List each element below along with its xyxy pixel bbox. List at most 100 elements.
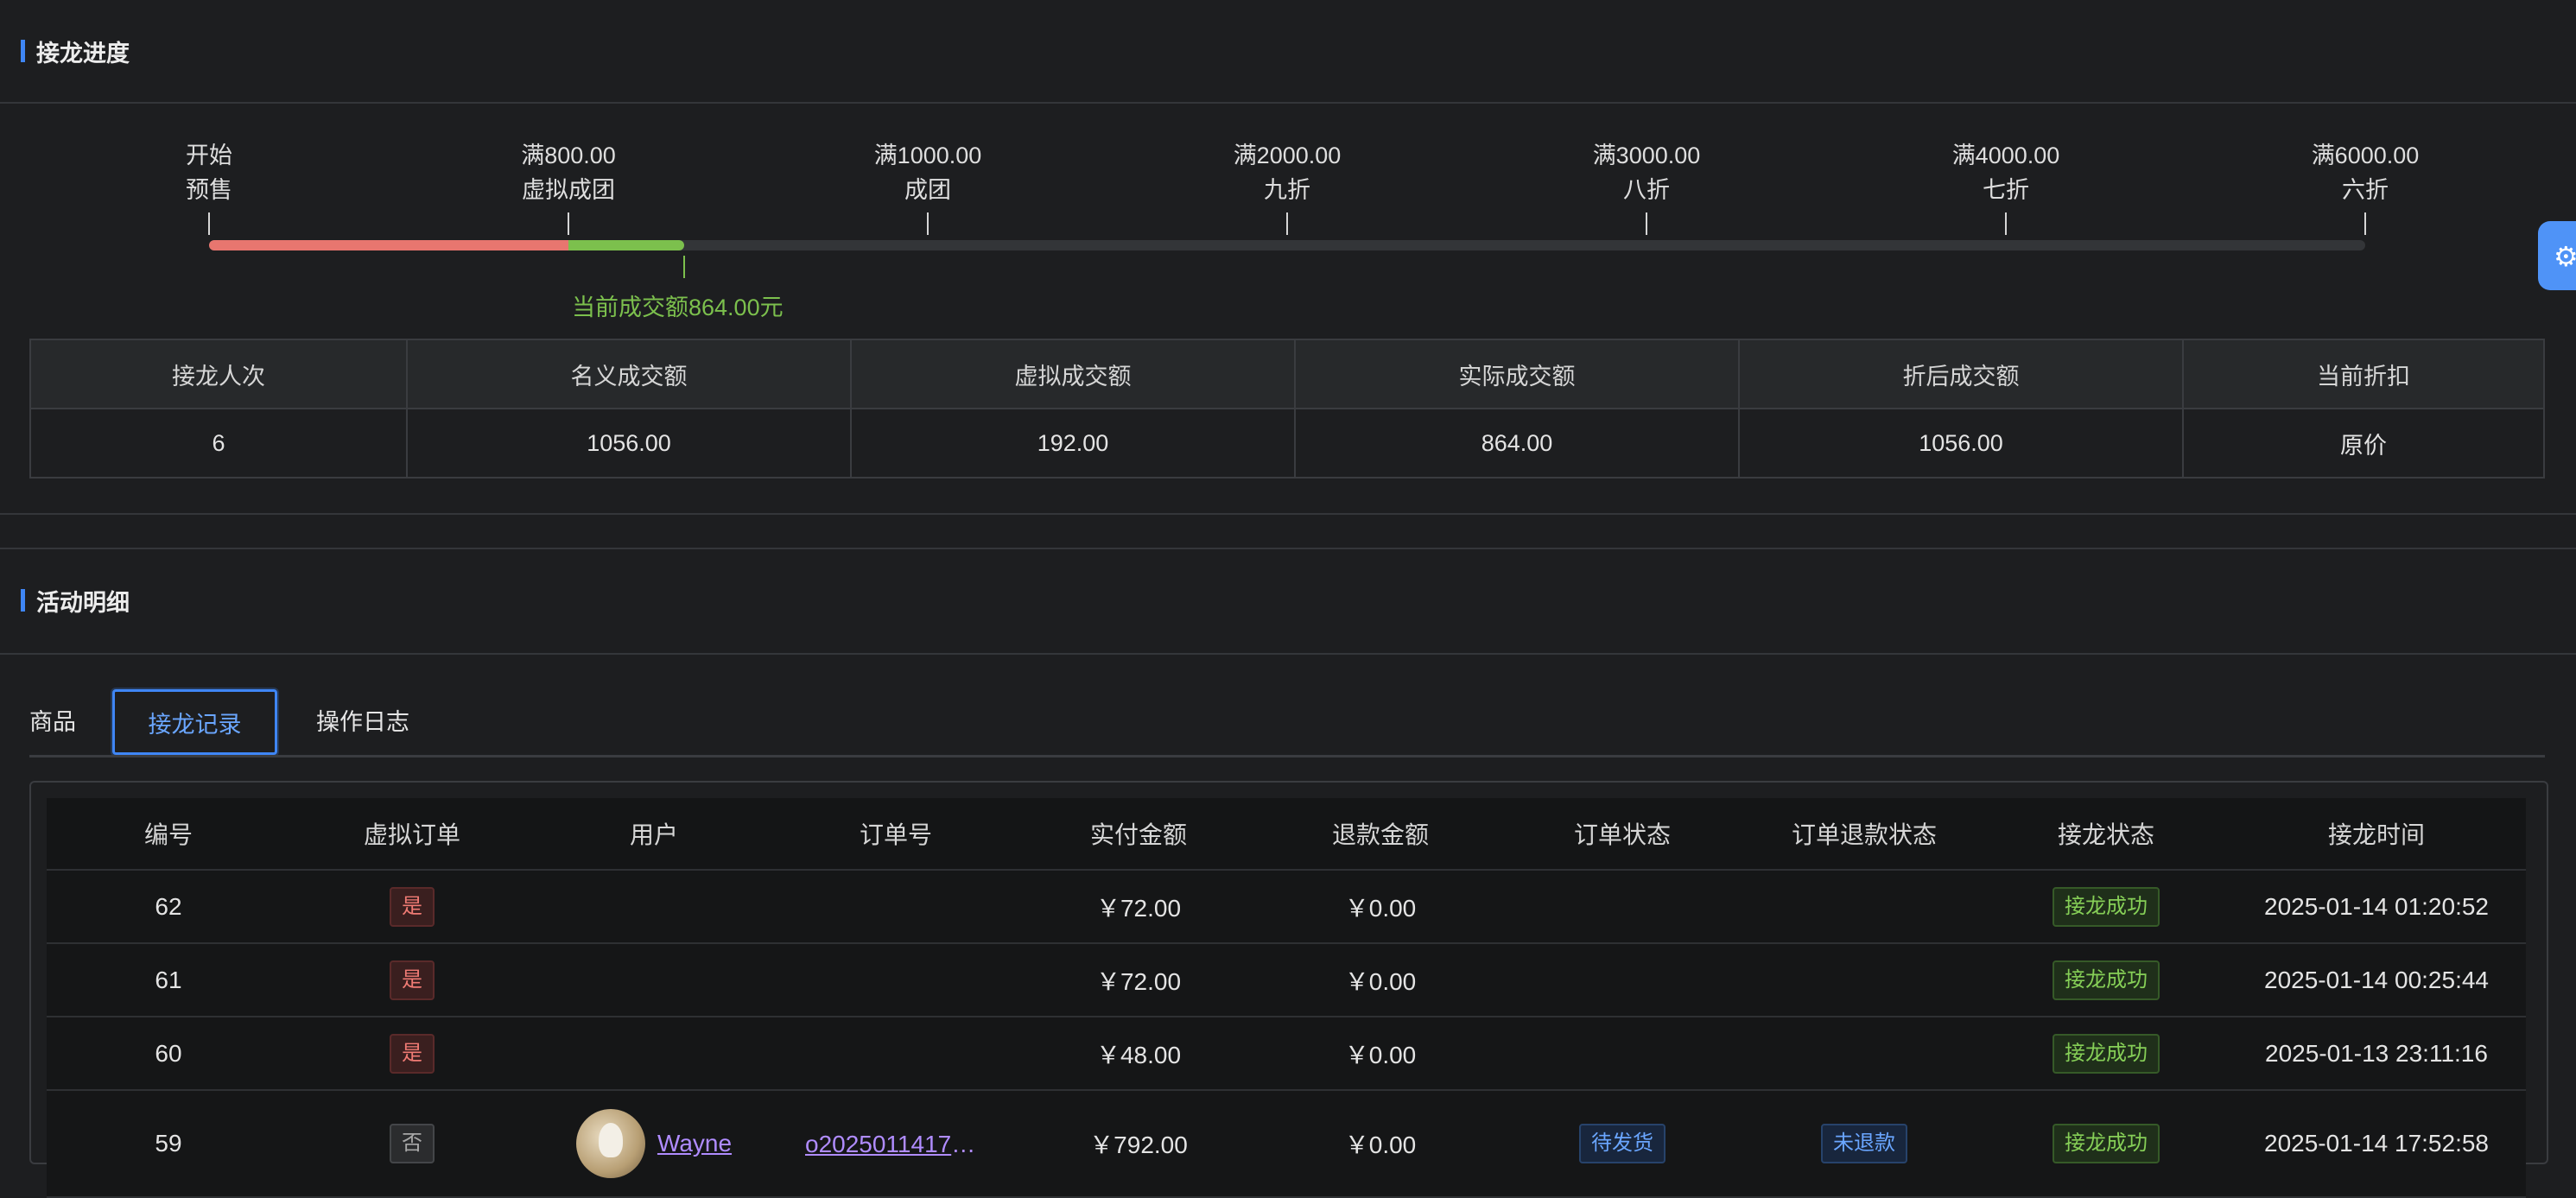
- milestone-amount: 满4000.00: [1951, 143, 2060, 168]
- cell-paid: ￥792.00: [1018, 1090, 1259, 1198]
- status-badge: 接龙成功: [2053, 886, 2160, 927]
- col-header: 接龙时间: [2227, 798, 2526, 871]
- milestone-1000: 满1000.00 成团: [833, 138, 1023, 207]
- cell-order-no: [774, 1017, 1018, 1091]
- cell-virtual: 是: [290, 870, 534, 944]
- cell-refund-status: [1743, 943, 1985, 1017]
- cell-status: 接龙成功: [1985, 943, 2227, 1017]
- progress-fill-presale: [209, 240, 568, 250]
- status-badge: 接龙成功: [2053, 960, 2160, 1000]
- stats-table: 接龙人次 名义成交额 虚拟成交额 实际成交额 折后成交额 当前折扣 6 1056…: [29, 339, 2545, 479]
- milestone-desc: 成团: [904, 177, 951, 203]
- gear-icon: ⚙: [2554, 241, 2576, 272]
- stats-header: 当前折扣: [2182, 339, 2545, 409]
- stats-value: 6: [29, 408, 408, 479]
- cell-refund: ￥0.00: [1259, 943, 1501, 1017]
- milestone-desc: 九折: [1264, 177, 1310, 203]
- status-badge: 接龙成功: [2053, 1124, 2160, 1163]
- milestone-tick: [1646, 212, 1647, 235]
- current-amount-label: 当前成交额864.00元: [572, 295, 784, 320]
- stats-value: 1056.00: [406, 408, 852, 479]
- milestone-desc: 八折: [1623, 177, 1670, 203]
- order-status-badge: 待发货: [1579, 1124, 1666, 1163]
- milestone-3000: 满3000.00 八折: [1551, 138, 1742, 207]
- avatar[interactable]: [575, 1109, 645, 1178]
- cell-status: 接龙成功: [1985, 1017, 2227, 1091]
- table-row: 59 否 Wayne o20250114175… ￥792.00 ￥0.00 待…: [47, 1090, 2526, 1198]
- cell-virtual: 是: [290, 943, 534, 1017]
- cell-time: 2025-01-13 23:11:16: [2227, 1017, 2526, 1091]
- cell-paid: ￥72.00: [1018, 943, 1259, 1017]
- cell-virtual: 是: [290, 1017, 534, 1091]
- tabs-underline: [29, 755, 2545, 757]
- cell-order-status: [1501, 870, 1743, 944]
- cell-refund-status: [1743, 870, 1985, 944]
- cell-order-no: [774, 870, 1018, 944]
- status-badge: 接龙成功: [2053, 1033, 2160, 1074]
- stats-header: 折后成交额: [1738, 339, 2184, 409]
- milestone-amount: 满3000.00: [1592, 143, 1701, 168]
- milestone-tick: [2364, 212, 2366, 235]
- cell-order-no: o20250114175…: [774, 1090, 1018, 1198]
- settings-float-button[interactable]: ⚙: [2538, 221, 2576, 290]
- milestone-tick: [927, 212, 929, 235]
- virtual-badge: 是: [390, 886, 435, 927]
- tab-operation-log[interactable]: 操作日志: [285, 689, 441, 755]
- detail-section-title: 活动明细: [21, 584, 130, 618]
- cell-refund: ￥0.00: [1259, 1090, 1501, 1198]
- milestone-tick: [1286, 212, 1288, 235]
- current-amount-tick: [683, 256, 685, 278]
- cell-refund: ￥0.00: [1259, 870, 1501, 944]
- records-table: 编号 虚拟订单 用户 订单号 实付金额 退款金额 订单状态 订单退款状态 接龙状…: [47, 798, 2526, 1198]
- stats-header: 接龙人次: [29, 339, 408, 409]
- tab-products[interactable]: 商品: [0, 689, 107, 755]
- cell-paid: ￥72.00: [1018, 870, 1259, 944]
- stats-header: 名义成交额: [406, 339, 852, 409]
- cell-time: 2025-01-14 01:20:52: [2227, 870, 2526, 944]
- col-header: 接龙状态: [1985, 798, 2227, 871]
- milestone-4000: 满4000.00 七折: [1911, 138, 2101, 207]
- col-header: 退款金额: [1259, 798, 1501, 871]
- stats-value-row: 6 1056.00 192.00 864.00 1056.00 原价: [29, 408, 2545, 479]
- stats-header: 虚拟成交额: [850, 339, 1296, 409]
- cell-id: 61: [47, 943, 290, 1017]
- cell-order-status: 待发货: [1501, 1090, 1743, 1198]
- virtual-badge: 否: [390, 1124, 435, 1163]
- col-header: 订单号: [774, 798, 1018, 871]
- table-row: 60 是 ￥48.00 ￥0.00 接龙成功 2025-01-13 23:11:…: [47, 1017, 2526, 1091]
- milestone-amount: 开始: [186, 143, 232, 168]
- cell-refund-status: [1743, 1017, 1985, 1091]
- cell-virtual: 否: [290, 1090, 534, 1198]
- milestone-tick: [2005, 212, 2007, 235]
- cell-paid: ￥48.00: [1018, 1017, 1259, 1091]
- col-header: 用户: [534, 798, 774, 871]
- virtual-badge: 是: [390, 1033, 435, 1074]
- milestone-tick: [208, 212, 210, 235]
- detail-section-header: 活动明细: [0, 549, 2576, 655]
- milestone-800: 满800.00 虚拟成团: [473, 138, 663, 207]
- stats-value: 864.00: [1294, 408, 1740, 479]
- cell-user: [534, 1017, 774, 1091]
- milestone-2000: 满2000.00 九折: [1192, 138, 1382, 207]
- milestone-amount: 满2000.00: [1233, 143, 1342, 168]
- milestone-start: 开始 预售: [114, 138, 304, 207]
- cell-status: 接龙成功: [1985, 870, 2227, 944]
- col-header: 实付金额: [1018, 798, 1259, 871]
- cell-order-status: [1501, 1017, 1743, 1091]
- milestone-tick: [568, 212, 569, 235]
- tab-records[interactable]: 接龙记录: [112, 689, 277, 755]
- milestone-amount: 满6000.00: [2311, 143, 2420, 168]
- cell-id: 59: [47, 1090, 290, 1198]
- user-name-link[interactable]: Wayne: [657, 1130, 732, 1157]
- refund-status-badge: 未退款: [1821, 1124, 1907, 1163]
- table-row: 61 是 ￥72.00 ￥0.00 接龙成功 2025-01-14 00:25:…: [47, 943, 2526, 1017]
- stats-value: 原价: [2182, 408, 2545, 479]
- table-row: 62 是 ￥72.00 ￥0.00 接龙成功 2025-01-14 01:20:…: [47, 870, 2526, 944]
- virtual-badge: 是: [390, 960, 435, 1000]
- cell-user: Wayne: [534, 1090, 774, 1198]
- cell-order-no: [774, 943, 1018, 1017]
- cell-order-status: [1501, 943, 1743, 1017]
- milestone-desc: 预售: [186, 177, 232, 203]
- user-info: Wayne: [535, 1109, 773, 1178]
- milestone-desc: 虚拟成团: [522, 177, 615, 203]
